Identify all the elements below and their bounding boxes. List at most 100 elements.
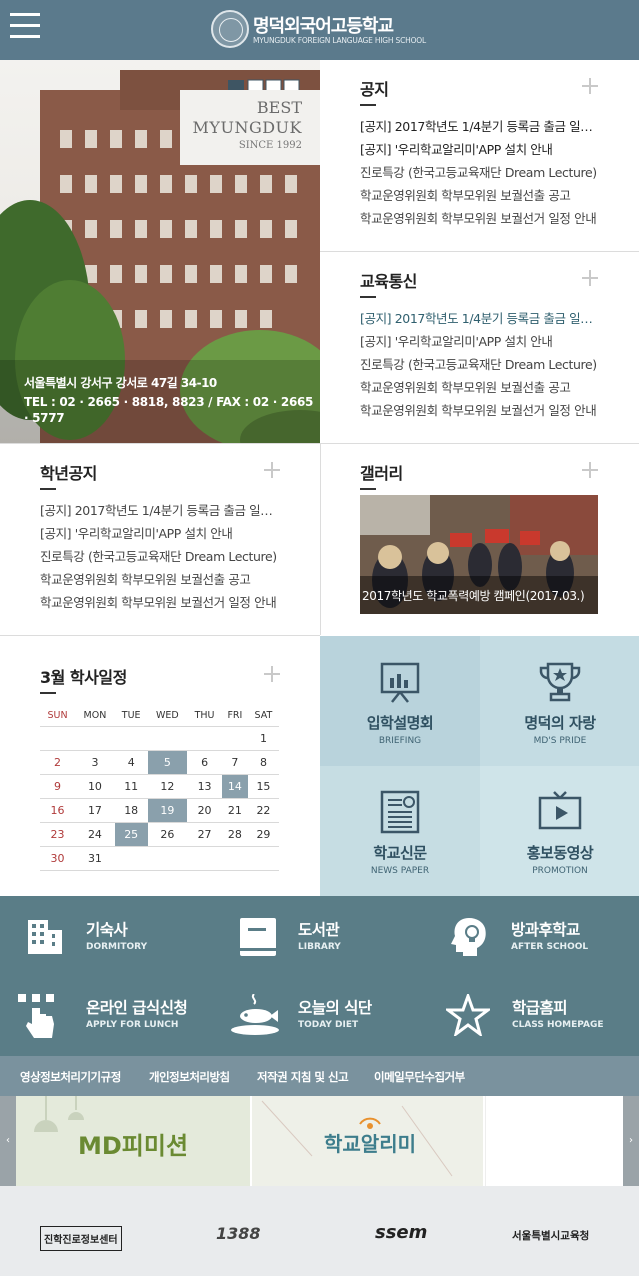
calendar-day-cell[interactable]: 15 bbox=[247, 774, 279, 799]
calendar-day-cell[interactable]: 26 bbox=[147, 822, 188, 847]
service-class-homepage[interactable]: 학급홈피 CLASS HOMEPAGE bbox=[446, 994, 636, 1044]
notice-item[interactable]: 학교운영위원회 학부모위원 보궐선출 공고 bbox=[360, 184, 600, 207]
grade-notice-item[interactable]: [공지] '우리학교알리미'APP 설치 안내 bbox=[40, 522, 280, 545]
notice-item[interactable]: [공지] '우리학교알리미'APP 설치 안내 bbox=[360, 138, 600, 161]
calendar-day-cell[interactable]: 18 bbox=[114, 798, 148, 823]
banner-label: 학교알리미 bbox=[324, 1132, 416, 1156]
service-lunch-apply[interactable]: 온라인 급식신청 APPLY FOR LUNCH bbox=[18, 994, 218, 1044]
service-today-diet[interactable]: 오늘의 식단 TODAY DIET bbox=[230, 994, 430, 1044]
calendar-day-cell[interactable]: 31 bbox=[75, 846, 115, 871]
calendar-day-cell[interactable]: 4 bbox=[114, 750, 148, 775]
grade-notice-item[interactable]: 학교운영위원회 학부모위원 보궐선거 일정 안내 bbox=[40, 591, 280, 614]
partner-logo-ssem[interactable]: ssem bbox=[375, 1222, 427, 1243]
carousel-prev-icon[interactable]: ‹ bbox=[0, 1096, 16, 1186]
gallery-title[interactable]: 갤러리 bbox=[360, 460, 403, 484]
policy-link-privacy[interactable]: 개인정보처리방침 bbox=[149, 1069, 230, 1085]
service-after-school[interactable]: 방과후학교 AFTER SCHOOL bbox=[451, 916, 631, 966]
grade-notice-more-plus-icon[interactable] bbox=[264, 462, 280, 478]
calendar-day-cell[interactable]: 9 bbox=[40, 774, 76, 799]
gallery-caption[interactable]: 2017학년도 학교폭력예방 캠페인(2017.03.) bbox=[360, 576, 598, 614]
calendar-day-cell[interactable]: 28 bbox=[221, 822, 248, 847]
calendar-day-cell[interactable]: 11 bbox=[114, 774, 148, 799]
calendar-day-cell[interactable]: 29 bbox=[247, 822, 279, 847]
policy-link-cctv[interactable]: 영상정보처리기기규정 bbox=[20, 1069, 121, 1085]
notice-more-plus-icon[interactable] bbox=[582, 78, 598, 94]
policy-link-copyright[interactable]: 저작권 지침 및 신고 bbox=[257, 1069, 349, 1085]
grade-notice-item[interactable]: 학교운영위원회 학부모위원 보궐선출 공고 bbox=[40, 568, 280, 591]
calendar-day-cell[interactable]: 13 bbox=[187, 774, 222, 799]
calendar-day-cell[interactable]: 10 bbox=[75, 774, 115, 799]
grade-notice-item[interactable]: [공지] 2017학년도 1/4분기 등록금 출금 일정 안내 bbox=[40, 499, 280, 522]
calendar-day-cell bbox=[40, 726, 76, 751]
calendar-week-row: 23 24 25 26 27 28 29 bbox=[40, 822, 279, 847]
notice-item[interactable]: 진로특강 (한국고등교육재단 Dream Lecture) bbox=[360, 161, 600, 184]
school-name[interactable]: 명덕외국어고등학교 bbox=[253, 12, 394, 38]
weekday-label: SAT bbox=[247, 706, 279, 727]
grade-notice-item[interactable]: 진로특강 (한국고등교육재단 Dream Lecture) bbox=[40, 545, 280, 568]
grade-notice-title[interactable]: 학년공지 bbox=[40, 460, 97, 484]
calendar-day-cell[interactable]: 30 bbox=[40, 846, 76, 871]
policy-link-email-refusal[interactable]: 이메일무단수집거부 bbox=[374, 1069, 465, 1085]
quick-newspaper-tile[interactable]: 학교신문 NEWS PAPER bbox=[320, 766, 480, 896]
calendar-day-cell[interactable]: 2 bbox=[40, 750, 76, 775]
calendar-day-cell[interactable]: 24 bbox=[75, 822, 115, 847]
calendar-day-cell bbox=[75, 726, 115, 751]
newsletter-item[interactable]: [공지] 2017학년도 1/4분기 등록금 출금 일정 안내 bbox=[360, 307, 600, 330]
calendar-day-cell[interactable]: 27 bbox=[187, 822, 222, 847]
banner-md-mission[interactable]: MD피미션 bbox=[16, 1096, 250, 1186]
calendar-day-cell[interactable]: 17 bbox=[75, 798, 115, 823]
calendar-day-cell[interactable]: 20 bbox=[187, 798, 222, 823]
service-library[interactable]: 도서관 LIBRARY bbox=[238, 916, 428, 966]
hamburger-menu-icon[interactable] bbox=[10, 13, 40, 39]
calendar-day-cell[interactable]: 19 bbox=[147, 798, 188, 823]
newsletter-item[interactable]: [공지] '우리학교알리미'APP 설치 안내 bbox=[360, 330, 600, 353]
newsletter-item[interactable]: 진로특강 (한국고등교육재단 Dream Lecture) bbox=[360, 353, 600, 376]
title-underline bbox=[360, 104, 376, 106]
newsletter-item[interactable]: 학교운영위원회 학부모위원 보궐선거 일정 안내 bbox=[360, 399, 600, 422]
calendar-title[interactable]: 3월 학사일정 bbox=[40, 664, 127, 688]
newspaper-icon bbox=[380, 790, 420, 834]
gallery-thumbnail[interactable]: 2017학년도 학교폭력예방 캠페인(2017.03.) bbox=[360, 495, 598, 614]
calendar-day-cell[interactable]: 21 bbox=[221, 798, 248, 823]
newsletter-item[interactable]: 학교운영위원회 학부모위원 보궐선출 공고 bbox=[360, 376, 600, 399]
newsletter-more-plus-icon[interactable] bbox=[582, 270, 598, 286]
book-icon bbox=[240, 918, 276, 956]
service-dormitory[interactable]: 기숙사 DORMITORY bbox=[26, 916, 216, 966]
calendar-day-cell[interactable]: 23 bbox=[40, 822, 76, 847]
calendar-day-cell[interactable]: 22 bbox=[247, 798, 279, 823]
title-underline bbox=[360, 296, 376, 298]
calendar-day-cell[interactable]: 12 bbox=[147, 774, 188, 799]
quick-promotion-tile[interactable]: 홍보동영상 PROMOTION bbox=[480, 766, 639, 896]
newsletter-title[interactable]: 교육통신 bbox=[360, 268, 417, 292]
calendar-more-plus-icon[interactable] bbox=[264, 666, 280, 682]
partner-logo-seoul-office-of-education[interactable]: 서울특별시교육청 bbox=[512, 1228, 589, 1243]
notice-title[interactable]: 공지 bbox=[360, 76, 389, 100]
quick-pride-tile[interactable]: 명덕의 자랑 MD'S PRIDE bbox=[480, 636, 639, 766]
notice-item[interactable]: 학교운영위원회 학부모위원 보궐선거 일정 안내 bbox=[360, 207, 600, 230]
calendar-day-cell[interactable]: 14 bbox=[221, 774, 248, 799]
weekday-label: SUN bbox=[40, 706, 76, 727]
banner-school-alimi[interactable]: 학교알리미 bbox=[252, 1096, 483, 1186]
calendar-day-cell[interactable]: 5 bbox=[147, 750, 188, 775]
banner-empty-slot[interactable] bbox=[485, 1096, 623, 1186]
school-emblem-icon[interactable] bbox=[211, 10, 249, 48]
calendar-day-cell[interactable]: 1 bbox=[247, 726, 279, 751]
notice-item[interactable]: [공지] 2017학년도 1/4분기 등록금 출금 일정 안내 bbox=[360, 115, 600, 138]
calendar-day-cell[interactable]: 3 bbox=[75, 750, 115, 775]
gallery-more-plus-icon[interactable] bbox=[582, 462, 598, 478]
tile-label: 입학설명회 bbox=[366, 714, 434, 732]
calendar-day-cell[interactable]: 6 bbox=[187, 750, 222, 775]
banner-label: MD피미션 bbox=[78, 1132, 189, 1160]
calendar-week-row: 1 bbox=[40, 726, 279, 751]
calendar-day-cell[interactable]: 16 bbox=[40, 798, 76, 823]
calendar-day-cell[interactable]: 8 bbox=[247, 750, 279, 775]
quick-briefing-tile[interactable]: 입학설명회 BRIEFING bbox=[320, 636, 480, 766]
partner-logo-career-center[interactable]: 진학진로정보센터 bbox=[40, 1226, 122, 1251]
service-label: 방과후학교 bbox=[511, 921, 580, 939]
calendar-day-cell[interactable]: 25 bbox=[114, 822, 148, 847]
grade-notice-board: 학년공지 [공지] 2017학년도 1/4분기 등록금 출금 일정 안내 [공지… bbox=[0, 444, 320, 635]
service-sublabel: AFTER SCHOOL bbox=[511, 942, 589, 952]
carousel-next-icon[interactable]: › bbox=[623, 1096, 639, 1186]
partner-logo-1388[interactable]: 1388 bbox=[216, 1224, 261, 1243]
calendar-day-cell[interactable]: 7 bbox=[221, 750, 248, 775]
